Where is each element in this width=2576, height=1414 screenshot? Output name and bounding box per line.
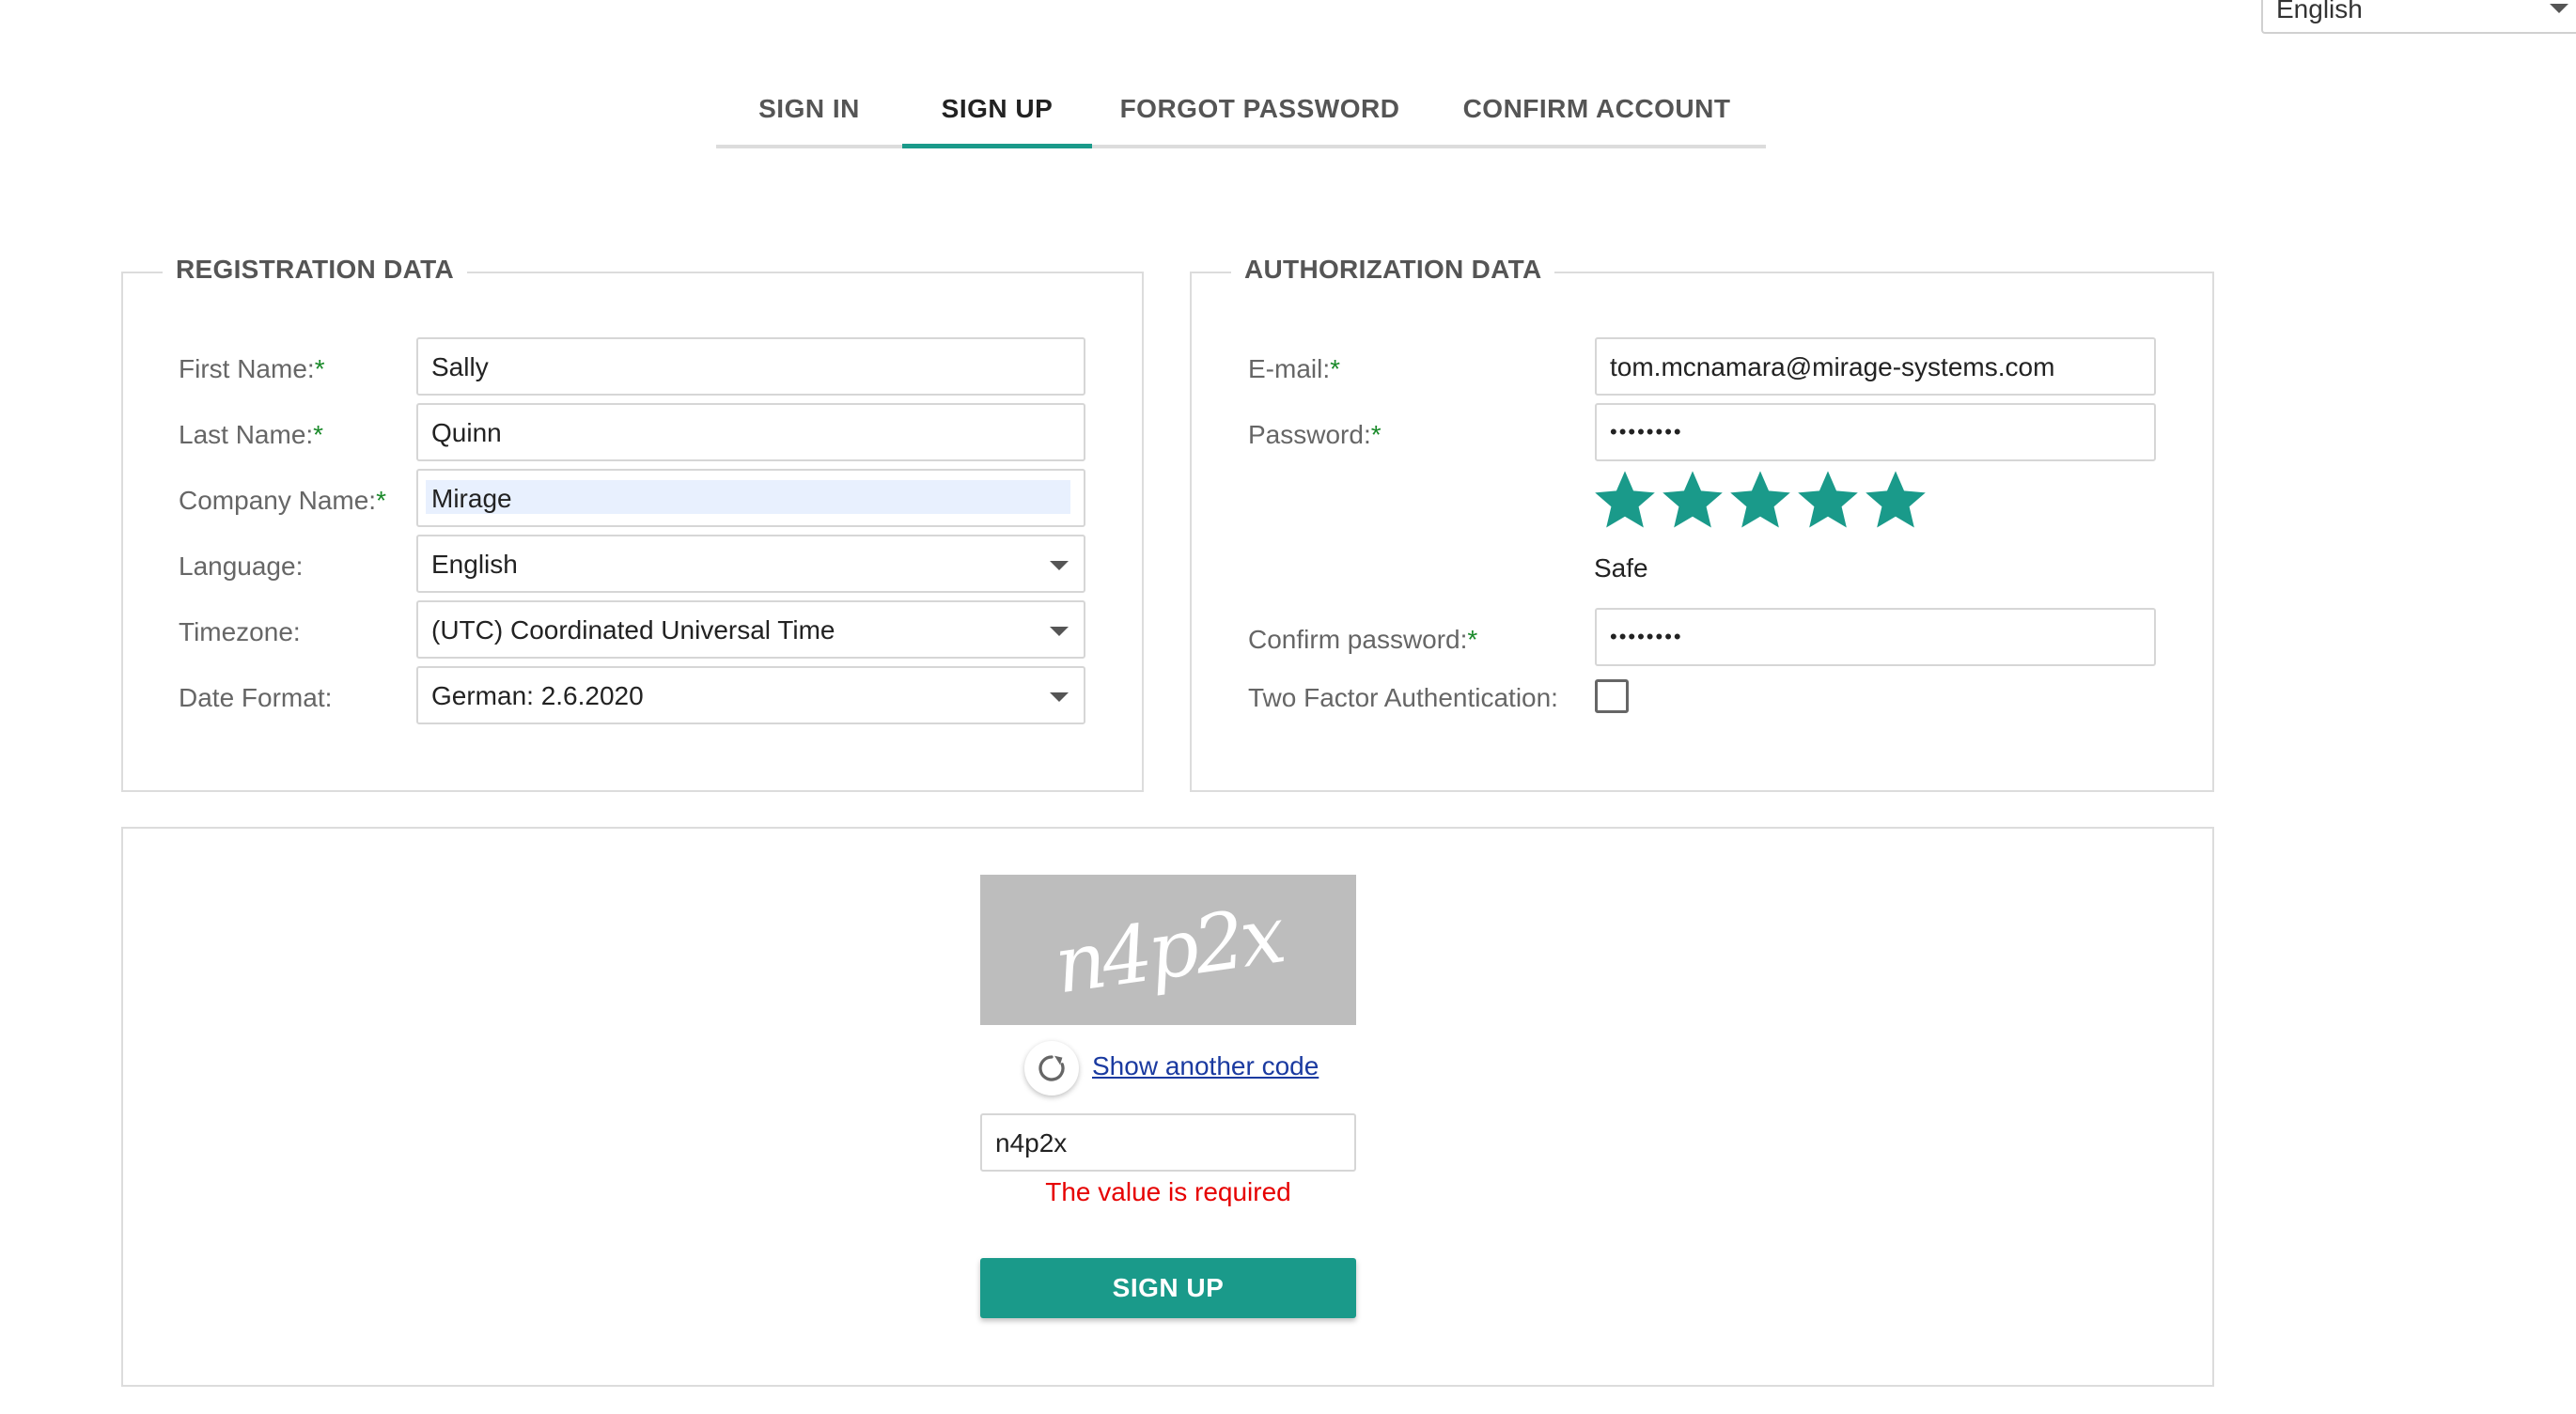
required-marker: * — [313, 420, 324, 449]
confirm-password-label-text: Confirm password: — [1248, 625, 1468, 654]
first-name-field[interactable]: Sally — [416, 337, 1085, 396]
required-marker: * — [1370, 420, 1382, 449]
confirm-password-value: •••••••• — [1610, 625, 1683, 648]
first-name-label-text: First Name: — [179, 354, 315, 383]
language-value: English — [431, 550, 518, 579]
chevron-down-icon — [1050, 692, 1069, 702]
language-label: Language: — [179, 552, 304, 581]
timezone-select[interactable]: (UTC) Coordinated Universal Time — [416, 600, 1085, 659]
confirm-password-field[interactable]: •••••••• — [1595, 608, 2156, 666]
captcha-image-text: n4p2x — [1049, 888, 1288, 1012]
tab-confirm-account[interactable]: CONFIRM ACCOUNT — [1428, 86, 1766, 145]
email-field[interactable]: tom.mcnamara@mirage-systems.com — [1595, 337, 2156, 396]
password-strength-stars — [1592, 467, 1928, 533]
top-language-value: English — [2276, 0, 2363, 23]
required-marker: * — [376, 486, 386, 515]
chevron-down-icon — [1050, 627, 1069, 636]
star-icon — [1866, 471, 1926, 528]
auth-tabs: SIGN IN SIGN UP FORGOT PASSWORD CONFIRM … — [716, 86, 1766, 148]
top-language-select[interactable]: English — [2261, 0, 2576, 34]
refresh-glyph — [1038, 1055, 1065, 1081]
company-name-field[interactable]: Mirage — [416, 469, 1085, 527]
confirm-password-label: Confirm password:* — [1248, 625, 1477, 655]
company-name-value: Mirage — [431, 484, 512, 513]
chevron-down-icon — [2550, 4, 2568, 13]
star-icon — [1798, 471, 1858, 528]
captcha-error-message: The value is required — [1045, 1177, 1291, 1206]
password-value: •••••••• — [1610, 420, 1683, 443]
star-icon — [1663, 471, 1723, 528]
required-marker: * — [1467, 625, 1478, 654]
tab-forgot-password[interactable]: FORGOT PASSWORD — [1092, 86, 1428, 145]
email-value: tom.mcnamara@mirage-systems.com — [1610, 352, 2055, 381]
show-another-code-link[interactable]: Show another code — [1092, 1051, 1319, 1081]
last-name-value: Quinn — [431, 418, 502, 447]
first-name-label: First Name:* — [179, 354, 325, 384]
captcha-input-value: n4p2x — [995, 1128, 1068, 1158]
two-factor-label: Two Factor Authentication: — [1248, 683, 1558, 712]
star-icon — [1595, 471, 1655, 528]
last-name-label: Last Name:* — [179, 420, 323, 450]
refresh-icon[interactable] — [1024, 1041, 1079, 1095]
timezone-value: (UTC) Coordinated Universal Time — [431, 615, 835, 645]
last-name-field[interactable]: Quinn — [416, 403, 1085, 461]
tab-sign-up[interactable]: SIGN UP — [902, 86, 1092, 148]
captcha-image: n4p2x — [980, 875, 1356, 1025]
captcha-input[interactable]: n4p2x — [980, 1113, 1356, 1172]
timezone-label: Timezone: — [179, 617, 301, 646]
first-name-value: Sally — [431, 352, 489, 381]
language-select[interactable]: English — [416, 535, 1085, 593]
required-marker: * — [314, 354, 325, 383]
password-label: Password:* — [1248, 420, 1382, 450]
sign-up-button[interactable]: SIGN UP — [980, 1258, 1356, 1318]
password-label-text: Password: — [1248, 420, 1371, 449]
password-strength-label: Safe — [1594, 553, 1648, 583]
authorization-data-legend: AUTHORIZATION DATA — [1231, 255, 1555, 285]
registration-data-legend: REGISTRATION DATA — [163, 255, 467, 285]
date-format-value: German: 2.6.2020 — [431, 681, 644, 710]
company-name-label: Company Name:* — [179, 486, 386, 516]
company-name-label-text: Company Name: — [179, 486, 377, 515]
date-format-label: Date Format: — [179, 683, 333, 712]
email-label: E-mail:* — [1248, 354, 1340, 384]
last-name-label-text: Last Name: — [179, 420, 314, 449]
autofill-highlight — [426, 480, 1070, 514]
required-marker: * — [1330, 354, 1341, 383]
star-icon — [1730, 471, 1790, 528]
two-factor-checkbox[interactable] — [1595, 679, 1629, 713]
email-label-text: E-mail: — [1248, 354, 1331, 383]
password-field[interactable]: •••••••• — [1595, 403, 2156, 461]
chevron-down-icon — [1050, 561, 1069, 570]
date-format-select[interactable]: German: 2.6.2020 — [416, 666, 1085, 724]
tab-sign-in[interactable]: SIGN IN — [716, 86, 902, 145]
